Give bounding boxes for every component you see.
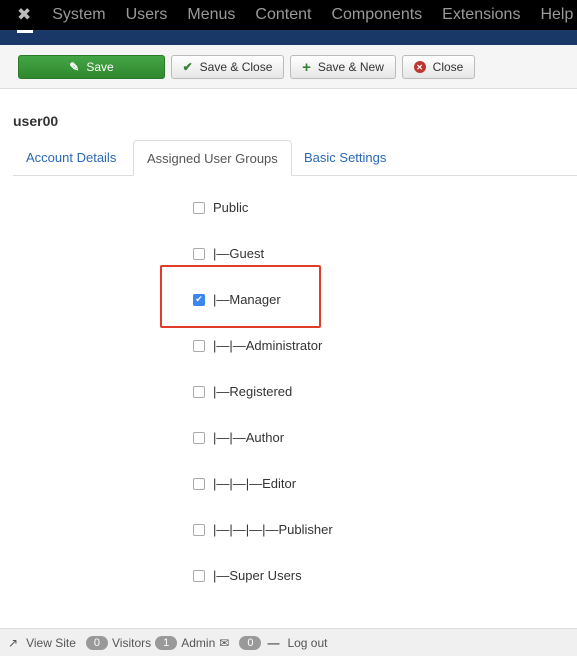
menu-users[interactable]: Users	[126, 6, 168, 24]
save-new-label: Save & New	[317, 60, 384, 74]
group-checkbox[interactable]	[193, 569, 205, 582]
edit-icon: ✎	[69, 60, 80, 74]
group-label: |—|—Administrator	[213, 338, 323, 353]
visitors-label: Visitors	[112, 635, 152, 650]
admin-label: Admin	[181, 635, 216, 650]
group-item[interactable]: |—Super Users	[193, 568, 302, 583]
tab-assigned-user-groups[interactable]: Assigned User Groups	[133, 140, 292, 176]
visitors-badge: 0	[85, 635, 108, 650]
close-circle-icon: ✕	[413, 61, 426, 73]
save-new-button[interactable]: + Save & New	[290, 55, 396, 79]
joomla-logo-icon[interactable]: ✖	[17, 5, 31, 25]
group-item[interactable]: |—|—|—Editor	[193, 476, 296, 491]
tab-basic-settings[interactable]: Basic Settings	[291, 140, 399, 176]
user-title: user00	[13, 113, 59, 129]
status-bar: ↗ View Site 0 Visitors 1 Admin ✉ 0 — Log…	[0, 628, 577, 656]
plus-icon: +	[302, 58, 311, 76]
group-item[interactable]: Public	[193, 200, 248, 215]
group-label: |—|—|—|—Publisher	[213, 522, 333, 537]
group-checkbox[interactable]	[193, 201, 205, 214]
menu-help[interactable]: Help	[540, 6, 573, 24]
view-site-link[interactable]: View Site	[26, 636, 76, 650]
envelope-icon[interactable]: ✉	[219, 636, 229, 650]
group-item[interactable]: |—|—Author	[193, 430, 284, 445]
group-label: |—Super Users	[213, 568, 302, 583]
group-checkbox[interactable]	[193, 385, 205, 398]
group-checkbox[interactable]	[193, 477, 205, 490]
group-label: Public	[213, 200, 249, 215]
close-label: Close	[432, 60, 464, 74]
group-item[interactable]: |—Registered	[193, 384, 292, 399]
highlight-box	[160, 265, 321, 328]
menu-components[interactable]: Components	[331, 6, 422, 24]
menu-menus[interactable]: Menus	[187, 6, 235, 24]
group-label: |—Guest	[213, 246, 265, 261]
top-menu: ✖ System Users Menus Content Components …	[0, 0, 577, 30]
save-close-button[interactable]: ✔ Save & Close	[171, 55, 284, 79]
group-label: |—Registered	[213, 384, 293, 399]
admin-badge: 1	[155, 635, 178, 650]
close-button[interactable]: ✕ Close	[402, 55, 475, 79]
minus-icon: —	[267, 635, 280, 650]
group-checkbox[interactable]	[193, 339, 205, 352]
group-label: |—|—|—Editor	[213, 476, 297, 491]
tab-account-details[interactable]: Account Details	[13, 140, 129, 176]
save-close-label: Save & Close	[199, 60, 273, 74]
group-checkbox[interactable]	[193, 523, 205, 536]
save-button[interactable]: ✎ Save	[18, 55, 165, 79]
page-header	[0, 30, 577, 45]
messages-badge[interactable]: 0	[239, 635, 262, 650]
group-item[interactable]: |—|—Administrator	[193, 338, 322, 353]
menu-extensions[interactable]: Extensions	[442, 6, 520, 24]
group-item[interactable]: |—|—|—|—Publisher	[193, 522, 333, 537]
save-label: Save	[86, 60, 114, 74]
tabs: Account Details Assigned User Groups Bas…	[13, 140, 577, 176]
menu-content[interactable]: Content	[255, 6, 311, 24]
users-icon	[17, 30, 33, 33]
menu-system[interactable]: System	[52, 6, 105, 24]
logout-link[interactable]: Log out	[287, 636, 327, 650]
external-link-icon: ↗	[8, 635, 19, 650]
check-icon: ✔	[182, 60, 193, 74]
group-checkbox[interactable]	[193, 431, 205, 444]
group-label: |—|—Author	[213, 430, 285, 445]
group-checkbox[interactable]	[193, 247, 205, 260]
group-item[interactable]: |—Guest	[193, 246, 264, 261]
toolbar: ✎ Save ✔ Save & Close + Save & New ✕ Close	[0, 45, 577, 89]
